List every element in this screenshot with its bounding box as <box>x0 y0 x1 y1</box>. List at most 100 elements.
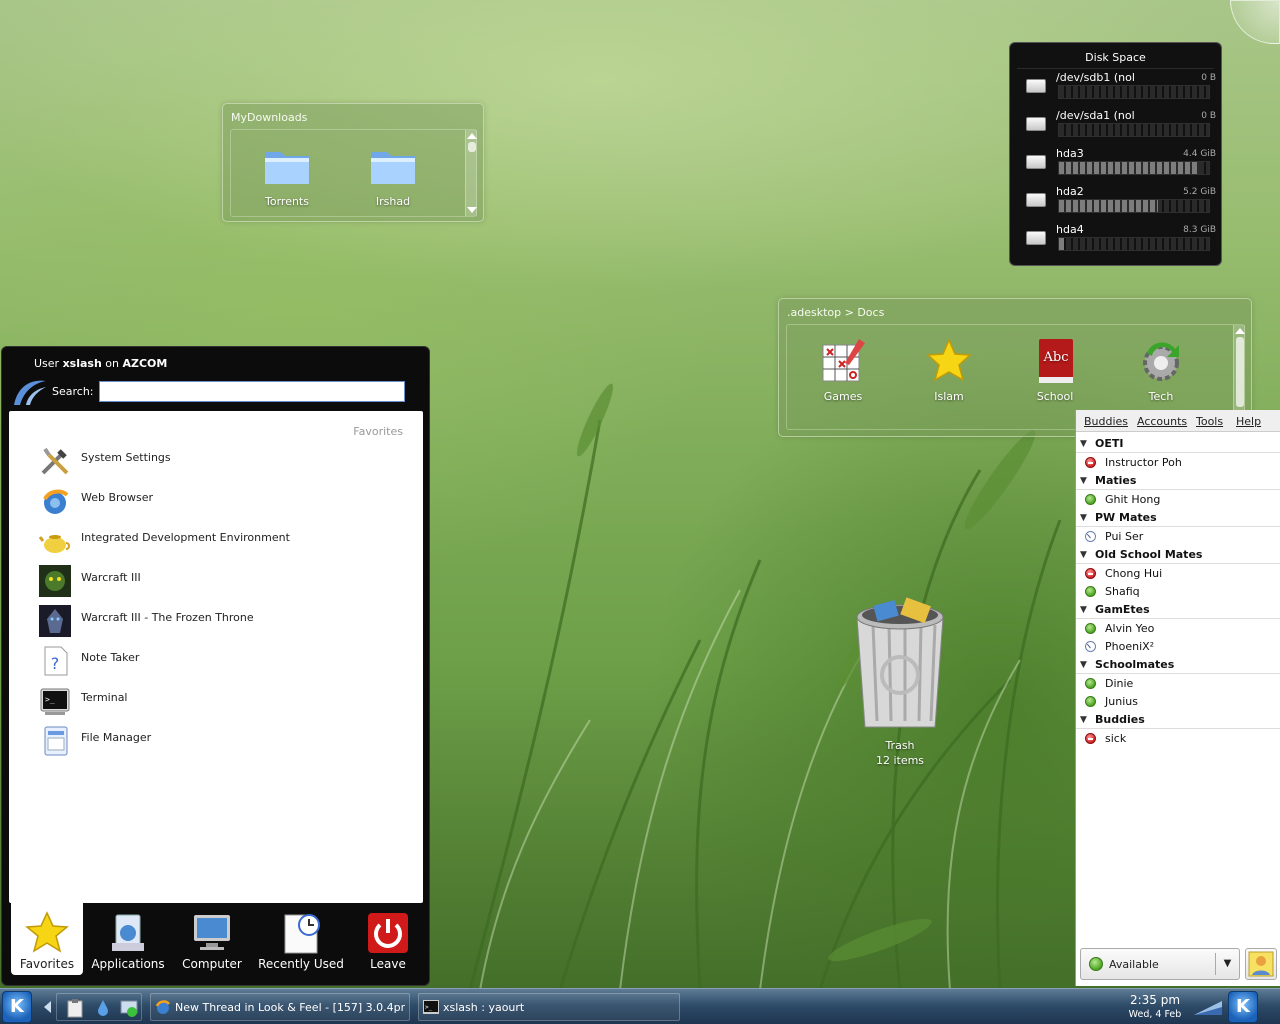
menu-tools[interactable]: Tools <box>1196 415 1223 428</box>
chevron-down-icon[interactable]: ▼ <box>1080 660 1087 670</box>
digital-clock[interactable]: 2:35 pm Wed, 4 Feb <box>1120 993 1190 1020</box>
disk-space-widget: Disk Space /dev/sdb1 (nol 0 B /dev/sda1 … <box>1009 42 1222 266</box>
menu-item-file-manager[interactable]: File Manager <box>35 723 405 759</box>
search-input[interactable] <box>99 381 405 402</box>
folder-torrents[interactable]: Torrents <box>247 144 327 208</box>
buddy-group[interactable]: ▼ GamEtes <box>1076 601 1280 619</box>
buddy-row[interactable]: Junius <box>1076 693 1280 711</box>
disk-row[interactable]: hda3 4.4 GiB <box>1020 147 1216 183</box>
chevron-down-icon[interactable]: ▼ <box>1080 605 1087 615</box>
tab-recently-used[interactable]: Recently Used <box>257 903 345 975</box>
buddy-group[interactable]: ▼ OETI <box>1076 435 1280 453</box>
svg-text:>_: >_ <box>45 695 55 704</box>
status-available-icon <box>1085 494 1096 505</box>
svg-text:?: ? <box>51 654 60 673</box>
buddy-group[interactable]: ▼ Old School Mates <box>1076 546 1280 564</box>
disk-row[interactable]: hda4 8.3 GiB <box>1020 223 1216 259</box>
menu-item-warcraft-iii[interactable]: Warcraft III <box>35 563 405 599</box>
menu-item-note-taker[interactable]: ? Note Taker <box>35 643 405 679</box>
buddy-row[interactable]: PhoeniX² <box>1076 638 1280 656</box>
folder-irshad[interactable]: Irshad <box>353 144 433 208</box>
buddy-list-window: Buddies Accounts Tools Help ▼ OETI Instruc… <box>1075 410 1280 986</box>
chevron-down-icon[interactable]: ▼ <box>1215 953 1239 975</box>
buddy-icon-button[interactable] <box>1245 948 1277 980</box>
folder-islam[interactable]: Islam <box>909 337 989 403</box>
buddy-row[interactable]: Ghit Hong <box>1076 491 1280 509</box>
chevron-down-icon[interactable]: ▼ <box>1080 715 1087 725</box>
tab-favorites[interactable]: Favorites <box>11 903 83 975</box>
status-selector[interactable]: Available ▼ <box>1080 948 1240 980</box>
chevron-down-icon[interactable]: ▼ <box>1080 476 1087 486</box>
panel-left-arrow[interactable] <box>44 1001 51 1013</box>
tab-leave[interactable]: Leave <box>353 903 423 975</box>
buddy-row[interactable]: Alvin Yeo <box>1076 620 1280 638</box>
drive-icon <box>1026 193 1046 207</box>
menu-help[interactable]: Help <box>1236 415 1261 428</box>
drive-name: hda4 <box>1056 223 1084 236</box>
menu-buddies[interactable]: Buddies <box>1084 415 1128 428</box>
status-available-icon <box>1085 586 1096 597</box>
drop-icon[interactable] <box>93 998 113 1018</box>
buddy-group[interactable]: ▼ Schoolmates <box>1076 656 1280 674</box>
folder-label: Games <box>823 390 863 403</box>
folder-tech[interactable]: Tech <box>1121 337 1201 403</box>
menu-item-label: Warcraft III <box>81 571 141 584</box>
task-terminal[interactable]: >_ xslash : yaourt <box>418 993 680 1021</box>
menu-item-web-browser[interactable]: Web Browser <box>35 483 405 519</box>
buddy-row[interactable]: Instructor Poh <box>1076 454 1280 472</box>
mydownloads-scrollbar[interactable] <box>465 130 477 216</box>
chevron-down-icon[interactable]: ▼ <box>1080 513 1087 523</box>
kde-menu-button[interactable]: K <box>2 991 32 1023</box>
folder-label: School <box>1036 390 1074 403</box>
scroll-up-arrow[interactable] <box>1235 328 1245 334</box>
buddy-row[interactable]: Dinie <box>1076 675 1280 693</box>
disk-row[interactable]: /dev/sda1 (nol 0 B <box>1020 109 1216 145</box>
tab-computer[interactable]: Computer <box>173 903 251 975</box>
system-tray-icon[interactable] <box>1192 997 1224 1017</box>
menu-item-label: Terminal <box>81 691 128 704</box>
buddy-group[interactable]: ▼ PW Mates <box>1076 509 1280 527</box>
menu-item-system-settings[interactable]: System Settings <box>35 443 405 479</box>
menu-item-warcraft-frozen-throne[interactable]: Warcraft III - The Frozen Throne <box>35 603 405 639</box>
task-label: xslash : yaourt <box>443 1001 525 1014</box>
drive-usage-fill <box>1059 200 1158 212</box>
scroll-thumb[interactable] <box>468 142 476 152</box>
clipboard-icon[interactable] <box>65 998 85 1018</box>
show-desktop-icon[interactable] <box>119 998 139 1018</box>
buddy-name: Chong Hui <box>1105 567 1163 580</box>
tab-applications[interactable]: Applications <box>89 903 167 975</box>
drive-size: 0 B <box>1201 111 1216 121</box>
user-on: on <box>105 357 119 370</box>
buddy-row[interactable]: Chong Hui <box>1076 565 1280 583</box>
user-name: xslash <box>62 357 102 370</box>
panel-toolbox-button[interactable]: K <box>1228 991 1258 1023</box>
docs-breadcrumb: .adesktop > Docs <box>787 306 885 319</box>
disk-row[interactable]: hda2 5.2 GiB <box>1020 185 1216 221</box>
task-firefox[interactable]: New Thread in Look & Feel - [157] 3.0.4p… <box>150 993 410 1021</box>
menu-item-terminal[interactable]: >_ Terminal <box>35 683 405 719</box>
disk-space-title: Disk Space <box>1085 51 1146 64</box>
disk-row[interactable]: /dev/sdb1 (nol 0 B <box>1020 71 1216 107</box>
menu-item-ide[interactable]: Integrated Development Environment <box>35 523 405 559</box>
scroll-thumb[interactable] <box>1236 337 1244 407</box>
menu-accounts[interactable]: Accounts <box>1137 415 1187 428</box>
buddy-row[interactable]: Pui Ser <box>1076 528 1280 546</box>
folder-school[interactable]: Abc School <box>1015 337 1095 403</box>
chevron-down-icon[interactable]: ▼ <box>1080 439 1087 449</box>
buddy-group[interactable]: ▼ Maties <box>1076 472 1280 490</box>
buddy-row[interactable]: Shafiq <box>1076 583 1280 601</box>
buddy-row[interactable]: sick <box>1076 730 1280 748</box>
menu-item-label: Web Browser <box>81 491 154 504</box>
trash-icon-item[interactable]: Trash 12 items <box>840 595 960 767</box>
folder-games[interactable]: Games <box>803 337 883 403</box>
drive-usage-bar <box>1058 85 1210 99</box>
drive-size: 8.3 GiB <box>1183 225 1216 235</box>
frozen-throne-icon <box>39 605 71 637</box>
scroll-up-arrow[interactable] <box>467 133 477 139</box>
scroll-down-arrow[interactable] <box>467 207 477 213</box>
warcraft-icon <box>39 565 71 597</box>
terminal-icon: >_ <box>423 1000 439 1014</box>
drive-usage-bar <box>1058 199 1210 213</box>
chevron-down-icon[interactable]: ▼ <box>1080 550 1087 560</box>
buddy-group[interactable]: ▼ Buddies <box>1076 711 1280 729</box>
